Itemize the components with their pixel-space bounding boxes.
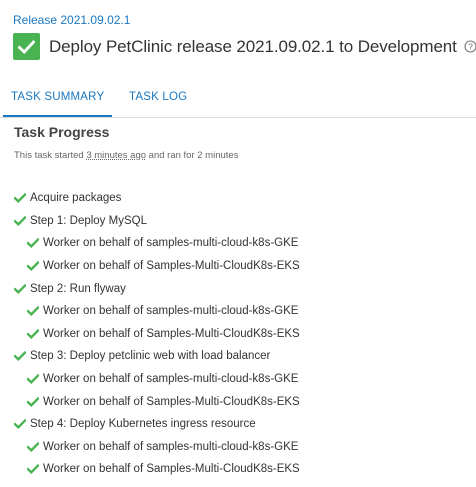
task-worker-item: Worker on behalf of samples-multi-cloud-… [14, 300, 474, 323]
check-icon [14, 419, 28, 430]
check-icon [14, 193, 28, 204]
task-worker-item: Worker on behalf of samples-multi-cloud-… [14, 368, 474, 391]
task-label: Worker on behalf of samples-multi-cloud-… [43, 440, 299, 453]
check-icon [27, 238, 41, 249]
task-label: Worker on behalf of Samples-Multi-CloudK… [43, 260, 300, 273]
question-circle-icon[interactable]: ? [464, 40, 476, 53]
tab-task-summary[interactable]: TASK SUMMARY [3, 82, 113, 117]
task-worker-item: Worker on behalf of Samples-Multi-CloudK… [14, 458, 474, 481]
task-worker-item: Worker on behalf of Samples-Multi-CloudK… [14, 390, 474, 413]
task-step-item: Acquire packages [14, 187, 474, 210]
check-icon [27, 261, 41, 272]
task-label: Worker on behalf of samples-multi-cloud-… [43, 373, 299, 386]
check-icon [18, 39, 35, 54]
check-icon [14, 283, 28, 294]
task-worker-item: Worker on behalf of Samples-Multi-CloudK… [14, 323, 474, 346]
svg-text:?: ? [468, 42, 473, 52]
check-icon [27, 396, 41, 407]
task-label: Step 4: Deploy Kubernetes ingress resour… [30, 418, 256, 431]
task-label: Acquire packages [30, 192, 122, 205]
check-icon [14, 351, 28, 362]
section-title: Task Progress [14, 124, 110, 140]
check-icon [27, 328, 41, 339]
task-timing-text: This task started 3 minutes ago and ran … [14, 150, 238, 161]
task-worker-item: Worker on behalf of samples-multi-cloud-… [14, 436, 474, 459]
tab-task-log[interactable]: TASK LOG [121, 82, 195, 115]
task-label: Worker on behalf of Samples-Multi-CloudK… [43, 327, 300, 340]
check-icon [27, 464, 41, 475]
task-list: Acquire packages Step 1: Deploy MySQL Work… [14, 187, 474, 481]
check-icon [27, 441, 41, 452]
page-title: Deploy PetClinic release 2021.09.02.1 to… [49, 36, 457, 56]
status-success-badge [13, 33, 40, 60]
breadcrumb-release-link[interactable]: Release 2021.09.02.1 [13, 13, 130, 27]
task-label: Worker on behalf of Samples-Multi-CloudK… [43, 395, 300, 408]
check-icon [27, 306, 41, 317]
started-ago-link[interactable]: 3 minutes ago [86, 150, 146, 161]
task-label: Worker on behalf of Samples-Multi-CloudK… [43, 463, 300, 476]
tab-bar: TASK SUMMARY TASK LOG [0, 82, 476, 118]
task-step-item: Step 4: Deploy Kubernetes ingress resour… [14, 413, 474, 436]
task-step-item: Step 1: Deploy MySQL [14, 210, 474, 233]
task-label: Step 3: Deploy petclinic web with load b… [30, 350, 271, 363]
task-worker-item: Worker on behalf of samples-multi-cloud-… [14, 232, 474, 255]
task-step-item: Step 2: Run flyway [14, 277, 474, 300]
task-worker-item: Worker on behalf of Samples-Multi-CloudK… [14, 255, 474, 278]
task-step-item: Step 3: Deploy petclinic web with load b… [14, 345, 474, 368]
task-label: Step 1: Deploy MySQL [30, 214, 147, 227]
task-label: Worker on behalf of samples-multi-cloud-… [43, 237, 299, 250]
task-header: Release 2021.09.02.1 Deploy PetClinic re… [0, 0, 476, 82]
task-label: Step 2: Run flyway [30, 282, 126, 295]
check-icon [27, 374, 41, 385]
timing-prefix: This task started [14, 150, 87, 161]
timing-suffix: and ran for 2 minutes [146, 150, 239, 161]
title-row: Deploy PetClinic release 2021.09.02.1 to… [13, 33, 476, 60]
check-icon [14, 215, 28, 226]
task-label: Worker on behalf of samples-multi-cloud-… [43, 305, 299, 318]
